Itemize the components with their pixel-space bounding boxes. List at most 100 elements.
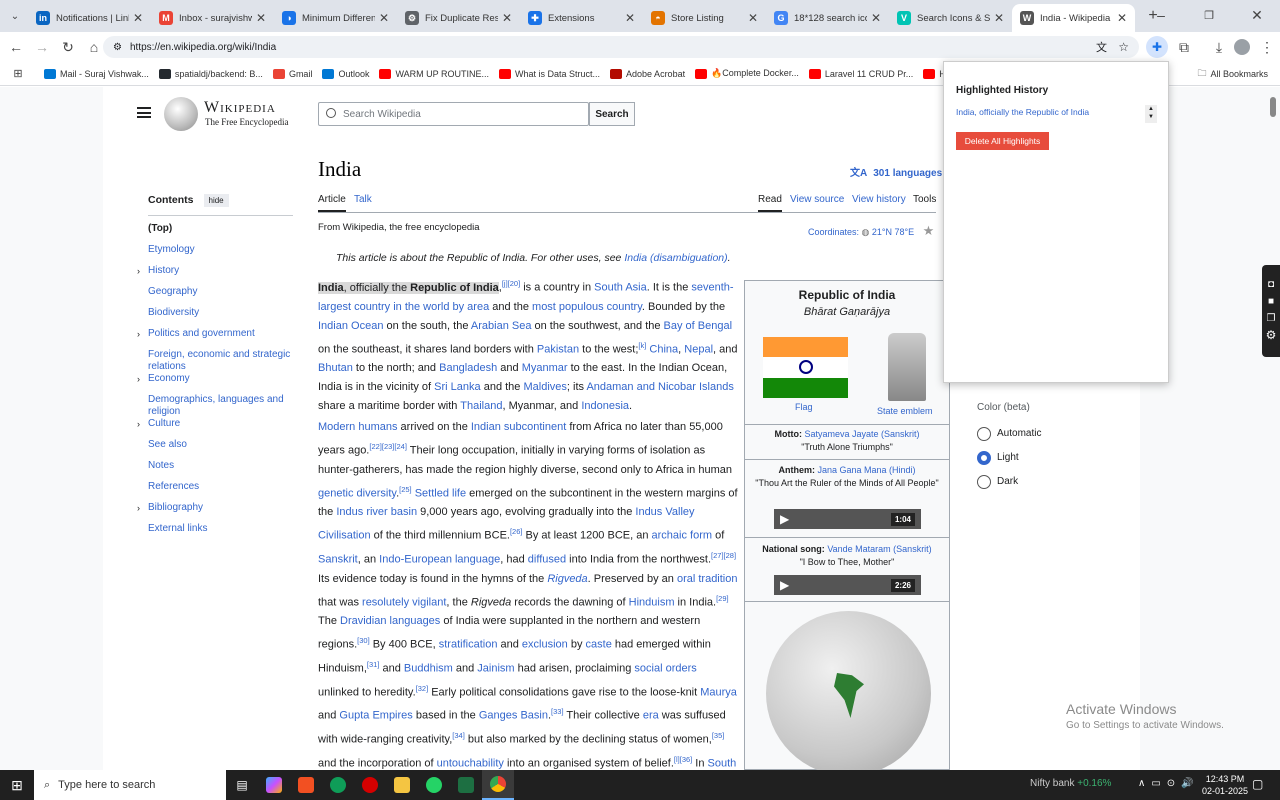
browser-tab[interactable]: V Search Icons & Symbols ✕: [889, 4, 1012, 32]
tab-close-icon[interactable]: ✕: [871, 11, 881, 25]
languages-button[interactable]: 文A 301 languages: [850, 164, 942, 179]
tab-close-icon[interactable]: ✕: [994, 11, 1004, 25]
toc-item[interactable]: External links: [148, 523, 293, 544]
notification-icon[interactable]: ▢: [1252, 777, 1263, 791]
tab-talk[interactable]: Talk: [354, 194, 372, 205]
toc-item[interactable]: References: [148, 481, 293, 502]
wiki-search-button[interactable]: Search: [589, 102, 635, 126]
color-mode-radio[interactable]: [977, 427, 991, 441]
expand-caret-icon[interactable]: ›: [137, 418, 140, 430]
wikipedia-wordmark[interactable]: Wikipedia: [204, 99, 276, 117]
bookmark-item[interactable]: WARM UP ROUTINE...: [379, 68, 489, 79]
profile-avatar[interactable]: [1234, 39, 1250, 55]
globe-icon[interactable]: ◍: [862, 227, 872, 237]
copilot-icon[interactable]: [258, 770, 290, 800]
tab-close-icon[interactable]: ✕: [256, 11, 266, 25]
toc-item[interactable]: See also: [148, 439, 293, 460]
forward-icon[interactable]: →: [30, 35, 54, 59]
anthem-audio-player[interactable]: ▶ 1:04: [774, 509, 921, 529]
extensions-puzzle-icon[interactable]: ⧉: [1172, 35, 1196, 59]
disambiguation-link[interactable]: India (disambiguation): [624, 252, 727, 264]
active-extension-icon[interactable]: ✚: [1146, 36, 1168, 58]
reload-icon[interactable]: ↻: [56, 35, 80, 59]
browser-tab[interactable]: ◑ Minimum Difference ✕: [274, 4, 397, 32]
windows-start-icon[interactable]: ⊞: [0, 770, 34, 800]
bookmark-star-icon[interactable]: ☆: [1118, 40, 1129, 54]
translate-icon[interactable]: 文: [1096, 39, 1107, 55]
wikipedia-globe-logo[interactable]: [164, 97, 198, 131]
toc-item[interactable]: › Bibliography: [137, 502, 293, 523]
all-bookmarks[interactable]: 🗀 All Bookmarks: [1197, 66, 1268, 82]
browser-tab[interactable]: ⚙ Fix Duplicate Results ✕: [397, 4, 520, 32]
browser-tab[interactable]: W India - Wikipedia ✕: [1012, 4, 1135, 32]
tab-close-icon[interactable]: ✕: [502, 11, 512, 25]
anthem-link[interactable]: Jana Gana Mana (Hindi): [817, 465, 915, 475]
clock[interactable]: 12:43 PM 02-01-2025: [1202, 773, 1248, 797]
toc-item[interactable]: › Politics and government: [137, 328, 293, 349]
settings-gear-icon[interactable]: ⚙: [1262, 328, 1280, 342]
tab-view-history[interactable]: View history: [852, 194, 906, 205]
coordinates-link[interactable]: 21°N 78°E: [872, 227, 914, 237]
browser-tab[interactable]: ◓ Store Listing ✕: [643, 4, 766, 32]
bookmark-item[interactable]: Adobe Acrobat: [610, 68, 685, 79]
chrome-icon[interactable]: [482, 770, 514, 800]
state-emblem-image[interactable]: [888, 333, 926, 401]
color-mode-radio[interactable]: [977, 451, 991, 465]
toc-item[interactable]: › Culture: [137, 418, 293, 439]
restore-icon[interactable]: ❐: [1186, 3, 1232, 27]
tab-close-icon[interactable]: ✕: [1117, 11, 1127, 25]
tab-read[interactable]: Read: [758, 194, 782, 212]
toc-item[interactable]: Foreign, economic and strategic relation…: [148, 349, 293, 373]
bookmark-item[interactable]: Laravel 11 CRUD Pr...: [808, 68, 913, 79]
minimize-icon[interactable]: –: [1138, 3, 1184, 27]
address-bar[interactable]: ⚙ https://en.wikipedia.org/wiki/India 文 …: [103, 36, 1139, 58]
toc-item[interactable]: Etymology: [148, 244, 293, 265]
play-icon[interactable]: ▶: [780, 578, 789, 592]
task-view-icon[interactable]: ▤: [226, 770, 258, 800]
page-scrollbar[interactable]: [1270, 97, 1276, 117]
expand-caret-icon[interactable]: ›: [137, 328, 140, 340]
tab-close-icon[interactable]: ✕: [379, 11, 389, 25]
close-window-icon[interactable]: ✕: [1234, 3, 1280, 27]
toc-item[interactable]: Geography: [148, 286, 293, 307]
stock-ticker[interactable]: Nifty bank +0.16%: [1030, 778, 1111, 789]
camera-icon[interactable]: ◘: [1262, 279, 1280, 290]
menu-kebab-icon[interactable]: ⋮: [1255, 35, 1279, 59]
tab-tools[interactable]: Tools: [913, 194, 936, 205]
delete-all-highlights-button[interactable]: Delete All Highlights: [956, 132, 1049, 150]
bookmark-item[interactable]: Mail - Suraj Vishwak...: [44, 68, 149, 79]
toc-item[interactable]: Notes: [148, 460, 293, 481]
toc-item[interactable]: › Economy: [137, 373, 293, 394]
flag-caption[interactable]: Flag: [795, 402, 813, 412]
flag-image[interactable]: [763, 337, 848, 398]
recorder-icon[interactable]: [354, 770, 386, 800]
taskbar-search-box[interactable]: ⌕ Type here to search: [34, 770, 226, 800]
orthographic-map-image[interactable]: [766, 611, 931, 770]
expand-caret-icon[interactable]: ›: [137, 265, 140, 277]
whatsapp-icon[interactable]: [418, 770, 450, 800]
tab-close-icon[interactable]: ✕: [748, 11, 758, 25]
edge-icon[interactable]: [322, 770, 354, 800]
bookmark-item[interactable]: Gmail: [272, 68, 312, 79]
expand-caret-icon[interactable]: ›: [137, 502, 140, 514]
store-icon[interactable]: [290, 770, 322, 800]
browser-tab[interactable]: in Notifications | LinkedIn ✕: [28, 4, 151, 32]
song-audio-player[interactable]: ▶ 2:26: [774, 575, 921, 595]
toc-hide-button[interactable]: hide: [203, 193, 229, 207]
color-mode-radio[interactable]: [977, 475, 991, 489]
toc-item[interactable]: Demographics, languages and religion: [148, 394, 293, 418]
popup-scroll-arrows[interactable]: ▲ ▼: [1145, 105, 1157, 123]
tab-close-icon[interactable]: ✕: [625, 11, 635, 25]
browser-tab[interactable]: ✚ Extensions ✕: [520, 4, 643, 32]
tab-search-icon[interactable]: ⌄: [2, 4, 28, 28]
video-icon[interactable]: ■: [1262, 296, 1280, 307]
toc-item[interactable]: Biodiversity: [148, 307, 293, 328]
copy-icon[interactable]: ❐: [1262, 313, 1280, 324]
bookmark-item[interactable]: 🔥Complete Docker...: [695, 68, 799, 79]
wiki-search-input[interactable]: Search Wikipedia: [318, 102, 589, 126]
system-tray-icons[interactable]: ∧▭⊙🔊: [1138, 778, 1200, 789]
download-icon[interactable]: ⤓: [1207, 35, 1231, 59]
tab-close-icon[interactable]: ✕: [133, 11, 143, 25]
bookmark-item[interactable]: spatialdj/backend: B...: [158, 68, 263, 79]
emblem-caption[interactable]: State emblem: [877, 406, 933, 416]
